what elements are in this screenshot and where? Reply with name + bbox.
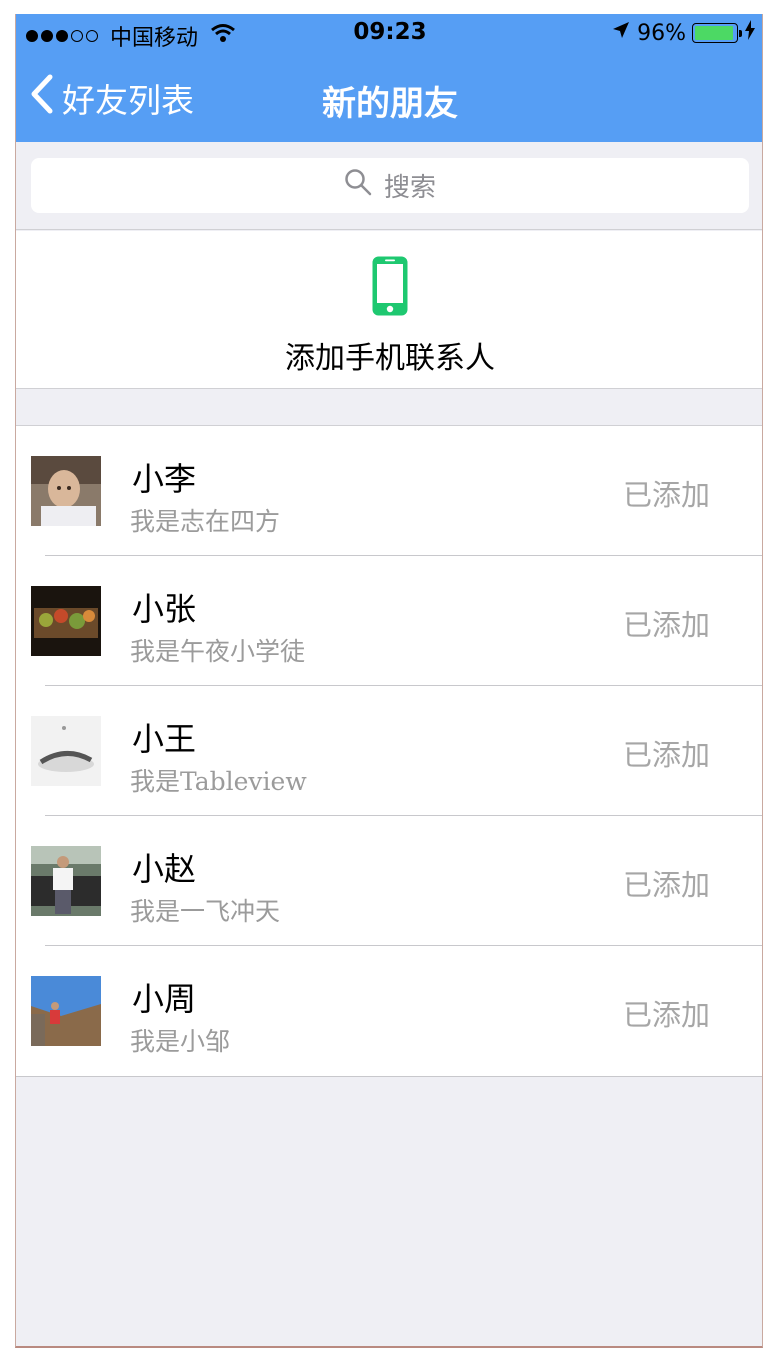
friend-row[interactable]: 小张 我是午夜小学徒 已添加 [16,556,762,686]
status-badge: 已添加 [622,608,710,642]
mobile-phone-icon [371,255,409,321]
friend-row[interactable]: 小李 我是志在四方 已添加 [16,426,762,556]
friend-row[interactable]: 小王 我是Tableview 已添加 [16,686,762,816]
new-friends-list: 小李 我是志在四方 已添加 小张 我是午夜小学徒 已添加 小王 我是Tablev… [16,425,762,1077]
friend-message: 我是小邹 [130,1027,231,1056]
friend-name: 小王 [132,720,197,758]
status-badge: 已添加 [622,478,710,512]
friend-name: 小赵 [132,850,197,888]
location-arrow-icon [611,20,631,46]
friend-name: 小张 [132,590,197,628]
search-icon [344,168,372,203]
navigation-bar: 好友列表 新的朋友 [16,54,762,142]
status-bar: 中国移动 09:23 96% [16,14,762,54]
top-bar: 中国移动 09:23 96% 好友列表 新的朋友 [16,14,762,142]
battery-percent: 96% [637,20,686,46]
add-phone-contacts-label: 添加手机联系人 [285,341,495,376]
battery-level-fill [695,26,734,40]
charging-icon [744,20,756,46]
status-badge: 已添加 [622,998,710,1032]
phone-screen: 中国移动 09:23 96% 好友列表 新的朋友 搜索 添加手机联系人 小李 我… [15,14,763,1348]
friend-message: 我是午夜小学徒 [130,637,306,666]
search-bar: 搜索 [16,142,762,230]
friend-message: 我是Tableview [130,767,307,796]
friend-name: 小李 [132,460,197,498]
search-placeholder: 搜索 [383,173,436,203]
page-title: 新的朋友 [322,84,458,124]
friend-message: 我是一飞冲天 [130,897,281,926]
friend-message: 我是志在四方 [130,507,281,536]
status-badge: 已添加 [622,868,710,902]
friend-row[interactable]: 小周 我是小邹 已添加 [16,946,762,1076]
avatar [31,716,101,786]
add-phone-contacts-button[interactable]: 添加手机联系人 [16,231,762,389]
friend-row[interactable]: 小赵 我是一飞冲天 已添加 [16,816,762,946]
avatar [31,456,101,526]
avatar [31,586,101,656]
search-input[interactable]: 搜索 [31,158,749,213]
avatar [31,846,101,916]
avatar [31,976,101,1046]
friend-name: 小周 [132,980,197,1018]
status-badge: 已添加 [622,738,710,772]
battery-icon [692,23,742,43]
